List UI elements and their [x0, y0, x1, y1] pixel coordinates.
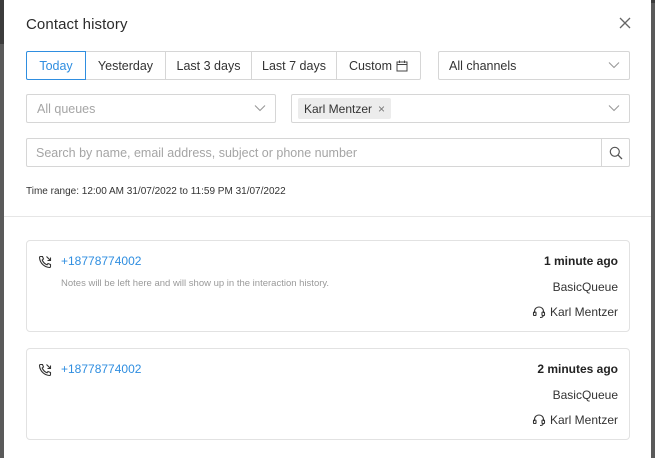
- contact-note: Notes will be left here and will show up…: [61, 278, 330, 289]
- contact-time: 2 minutes ago: [537, 362, 618, 376]
- date-option-label: Yesterday: [97, 58, 154, 73]
- date-option-label: Today: [39, 58, 73, 73]
- date-option-label: Custom: [348, 58, 393, 73]
- section-divider: [4, 216, 651, 217]
- contact-agent: Karl Mentzer: [532, 305, 618, 319]
- chevron-down-icon: [608, 62, 620, 69]
- contact-agent-name: Karl Mentzer: [549, 413, 618, 427]
- close-button[interactable]: [619, 17, 635, 33]
- search-input[interactable]: [26, 138, 602, 167]
- chevron-down-icon: [254, 105, 266, 112]
- channels-select-value: All channels: [449, 59, 517, 73]
- date-option-label: Last 3 days: [176, 58, 241, 73]
- dialog-title: Contact history: [26, 16, 128, 33]
- search-button[interactable]: [601, 138, 630, 167]
- contact-history-dialog: Contact history Today Yesterday Last 3 d…: [4, 0, 651, 458]
- contact-phone-number-link[interactable]: +18778774002: [61, 254, 141, 268]
- agent-chip: Karl Mentzer ×: [298, 98, 392, 119]
- date-range-filter: Today Yesterday Last 3 days Last 7 days …: [26, 51, 421, 80]
- contact-card[interactable]: +18778774002 Notes will be left here and…: [26, 240, 630, 332]
- search-icon: [609, 146, 622, 159]
- date-option-today[interactable]: Today: [26, 51, 86, 80]
- time-range-text: Time range: 12:00 AM 31/07/2022 to 11:59…: [26, 186, 286, 197]
- contact-queue: BasicQueue: [552, 280, 618, 294]
- date-option-last-3-days[interactable]: Last 3 days: [166, 51, 252, 80]
- contact-phone-number-link[interactable]: +18778774002: [61, 362, 141, 376]
- headset-icon: [532, 305, 546, 319]
- queues-select[interactable]: All queues: [26, 94, 276, 123]
- contact-agent-name: Karl Mentzer: [549, 305, 618, 319]
- queues-select-placeholder: All queues: [37, 102, 96, 116]
- phone-call-icon: [38, 363, 52, 377]
- channels-select[interactable]: All channels: [438, 51, 630, 80]
- agent-chip-label: Karl Mentzer: [304, 101, 373, 116]
- calendar-icon: [396, 60, 408, 71]
- headset-icon: [532, 413, 546, 427]
- close-icon: [619, 17, 631, 29]
- contact-agent: Karl Mentzer: [532, 413, 618, 427]
- contact-queue: BasicQueue: [552, 388, 618, 402]
- phone-call-icon: [38, 255, 52, 269]
- chevron-down-icon: [608, 105, 620, 112]
- contact-time: 1 minute ago: [543, 254, 618, 268]
- date-option-yesterday[interactable]: Yesterday: [86, 51, 166, 80]
- agents-select[interactable]: Karl Mentzer ×: [291, 94, 630, 123]
- search-bar: [26, 138, 630, 167]
- remove-chip-button[interactable]: ×: [378, 102, 385, 116]
- date-option-last-7-days[interactable]: Last 7 days: [252, 51, 337, 80]
- contact-card[interactable]: +18778774002 2 minutes ago BasicQueue Ka…: [26, 348, 630, 440]
- date-option-label: Last 7 days: [262, 58, 326, 73]
- date-option-custom[interactable]: Custom: [337, 51, 421, 80]
